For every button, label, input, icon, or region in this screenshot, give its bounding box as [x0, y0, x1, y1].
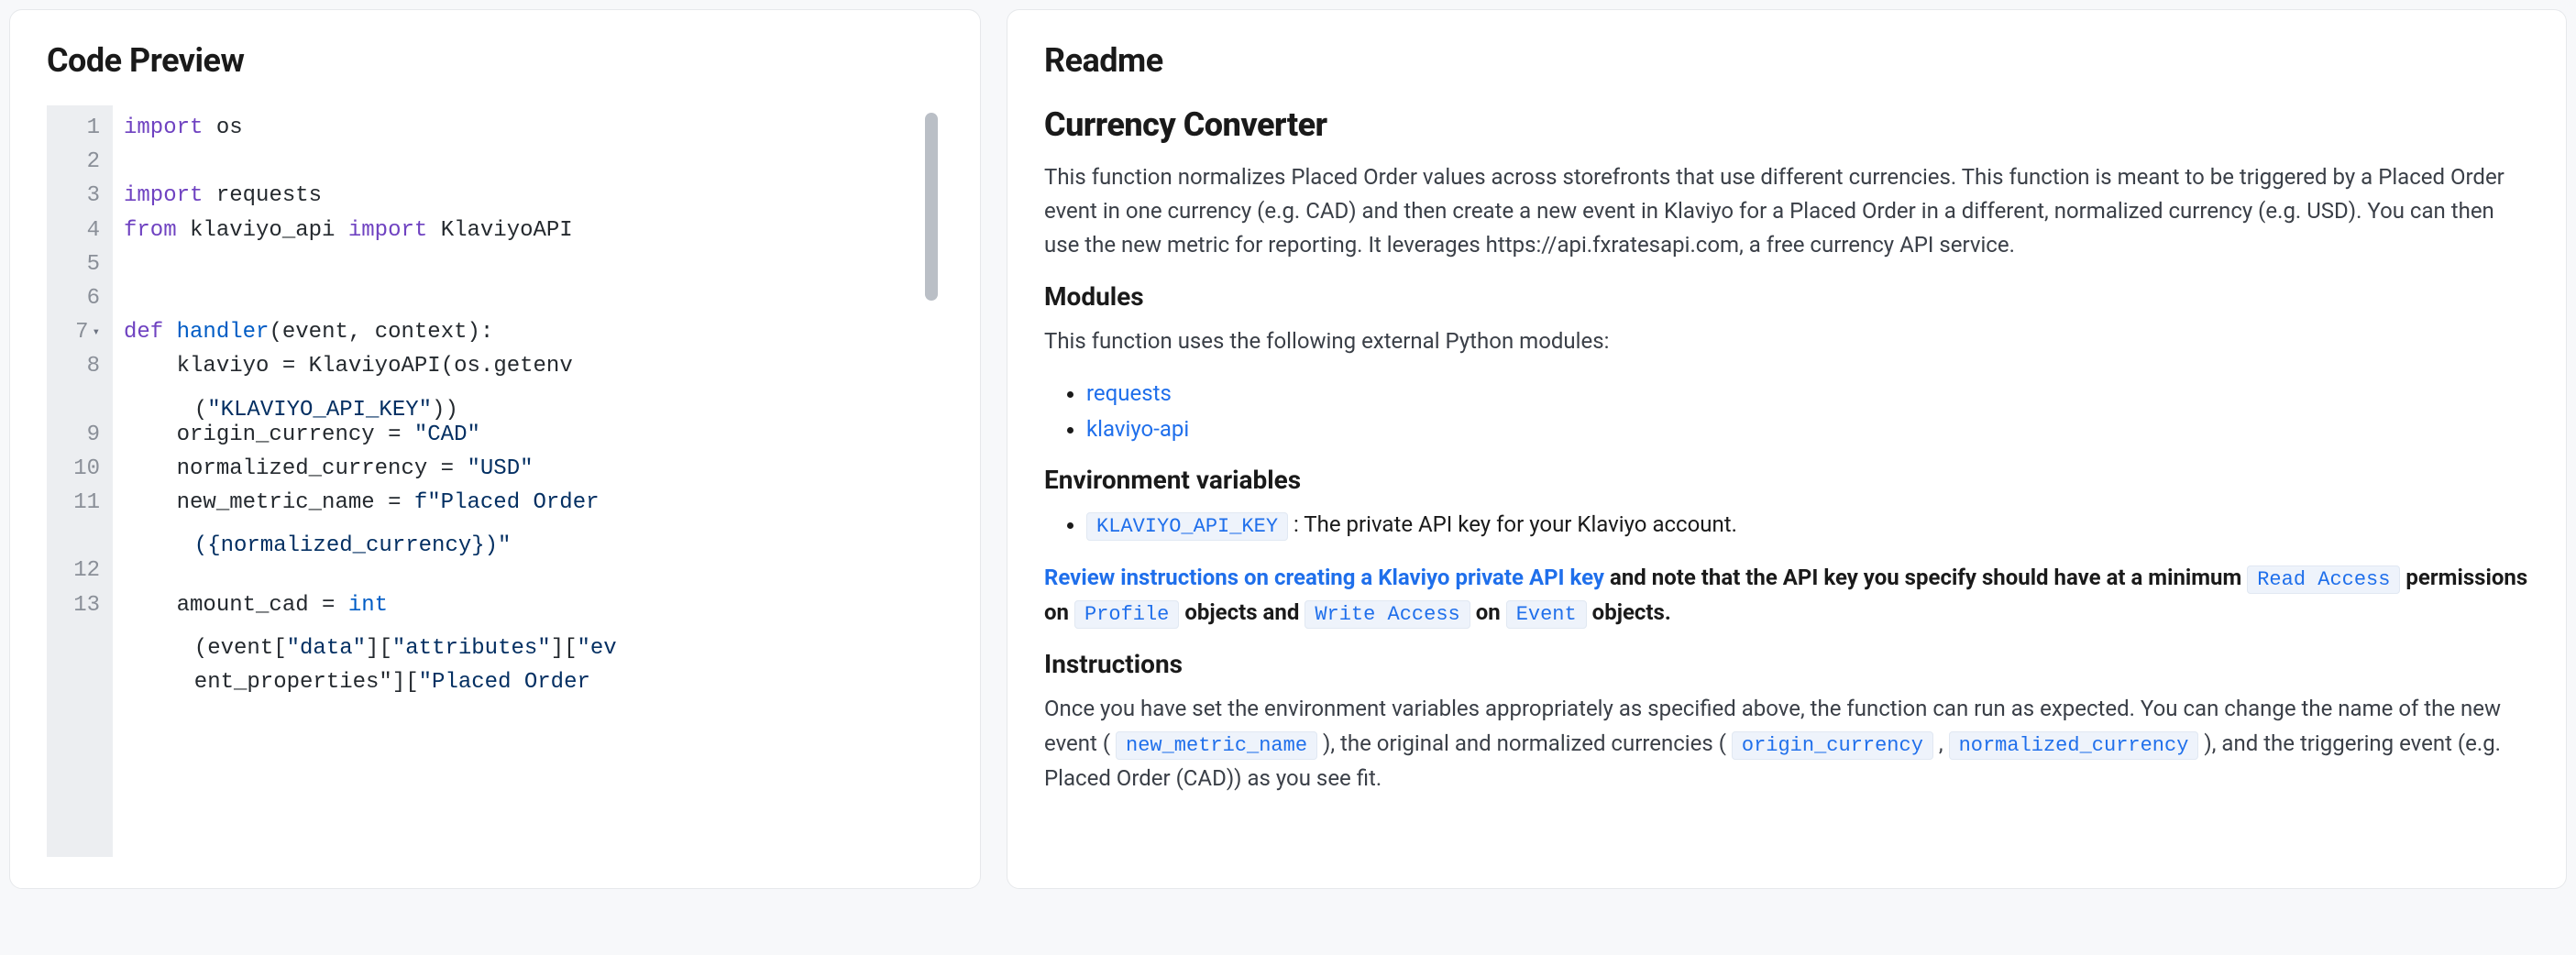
instr-mid2: ,	[1933, 730, 1949, 756]
readme-intro: This function normalizes Placed Order va…	[1044, 160, 2529, 263]
write-access-chip: Write Access	[1305, 600, 1470, 629]
readme-card: Readme Currency Converter This function …	[1007, 9, 2567, 889]
env-heading: Environment variables	[1044, 465, 2529, 495]
instructions-para: Once you have set the environment variab…	[1044, 692, 2529, 795]
editor-scrollbar[interactable]	[925, 113, 938, 301]
modules-list: requests klaviyo-api	[1044, 377, 2529, 446]
module-link-klaviyo-api[interactable]: klaviyo-api	[1086, 416, 1189, 442]
origin-currency-chip: origin_currency	[1732, 731, 1933, 760]
instr-mid1: ), the original and normalized currencie…	[1317, 730, 1732, 756]
profile-chip: Profile	[1074, 600, 1179, 629]
modules-heading: Modules	[1044, 281, 2529, 312]
code-editor[interactable]: 12345678 91011 1213 import os import req…	[47, 105, 943, 857]
new-metric-chip: new_metric_name	[1116, 731, 1317, 760]
line-number-gutter: 12345678 91011 1213	[47, 105, 113, 857]
read-access-chip: Read Access	[2247, 565, 2400, 594]
code-preview-card: Code Preview 12345678 91011 1213 import …	[9, 9, 981, 889]
readme-h2: Currency Converter	[1044, 105, 2529, 144]
instructions-heading: Instructions	[1044, 649, 2529, 679]
normalized-currency-chip: normalized_currency	[1949, 731, 2199, 760]
env-list: KLAVIYO_API_KEY : The private API key fo…	[1044, 508, 2529, 543]
review-instructions-link[interactable]: Review instructions on creating a Klaviy…	[1044, 565, 1604, 590]
event-chip: Event	[1506, 600, 1587, 629]
env-tail4: on	[1470, 599, 1506, 625]
env-key-chip: KLAVIYO_API_KEY	[1086, 512, 1288, 541]
module-link-requests[interactable]: requests	[1086, 380, 1172, 406]
env-tail3: objects and	[1179, 599, 1305, 625]
readme-title: Readme	[1044, 41, 2529, 80]
modules-lead: This function uses the following externa…	[1044, 324, 2529, 358]
env-tail5: objects.	[1587, 599, 1671, 625]
code-preview-title: Code Preview	[47, 41, 943, 80]
env-key-desc: : The private API key for your Klaviyo a…	[1288, 511, 1737, 537]
env-note: Review instructions on creating a Klaviy…	[1044, 561, 2529, 631]
code-content[interactable]: import os import requestsfrom klaviyo_ap…	[113, 105, 943, 857]
env-tail1: and note that the API key you specify sh…	[1604, 565, 2247, 590]
